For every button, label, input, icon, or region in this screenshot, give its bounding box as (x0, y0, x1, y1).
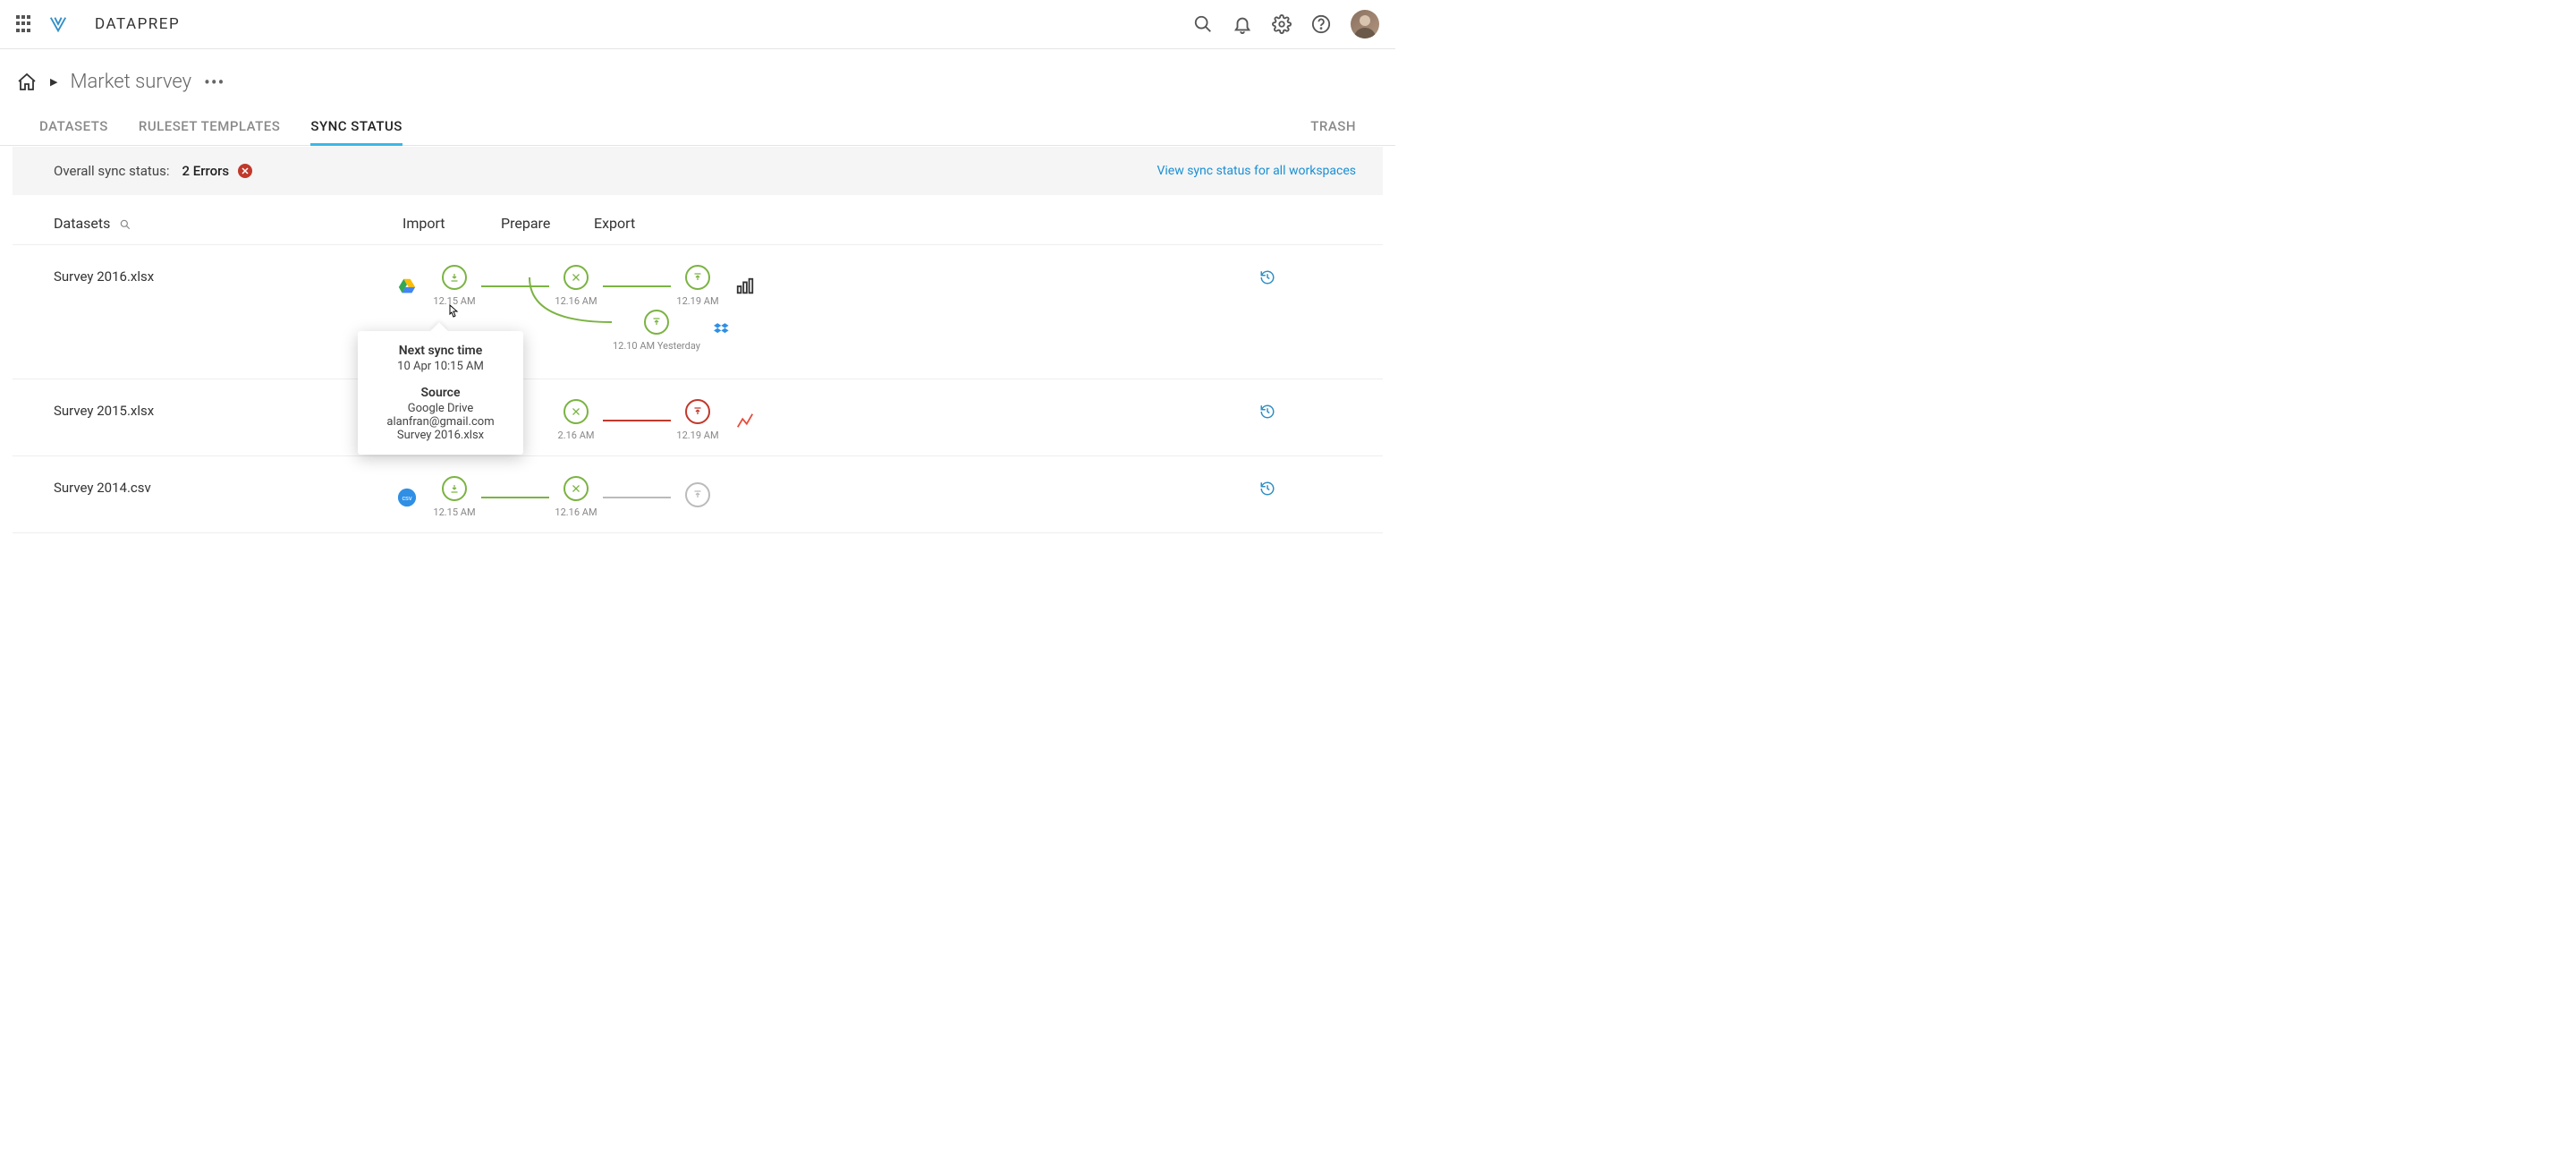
home-icon[interactable] (16, 72, 38, 93)
google-drive-icon (397, 276, 417, 296)
notifications-icon[interactable] (1233, 14, 1252, 34)
history-icon[interactable] (1259, 404, 1275, 423)
history-icon[interactable] (1259, 269, 1275, 289)
popover-source-name: Google Drive (369, 402, 513, 415)
dataset-name: Survey 2014.csv (54, 476, 397, 496)
table-row: Survey 2014.csv csv 12.15 AM 12.16 (13, 455, 1383, 533)
help-icon[interactable] (1311, 14, 1331, 34)
export-node[interactable] (685, 265, 710, 290)
export-node-pending[interactable] (685, 482, 710, 507)
popover-title-1: Next sync time (369, 344, 513, 358)
search-datasets-icon[interactable] (119, 217, 131, 230)
svg-text:csv: csv (402, 493, 412, 501)
import-time: 12.15 AM (428, 506, 481, 518)
topbar: DATAPREP (0, 0, 1395, 49)
dataset-name: Survey 2015.xlsx (54, 399, 397, 419)
tab-ruleset-templates[interactable]: RULESET TEMPLATES (139, 118, 280, 145)
popover-title-2: Source (369, 386, 513, 400)
dropbox-icon (712, 321, 732, 341)
tab-sync-status[interactable]: SYNC STATUS (310, 118, 402, 146)
export-time: 12.19 AM (671, 430, 724, 441)
table-header: Datasets Import Prepare Export (13, 195, 1383, 244)
prepare-node[interactable] (564, 399, 589, 424)
status-value: 2 Errors (182, 163, 229, 179)
table-row: Survey 2015.xlsx 2.16 AM (13, 379, 1383, 455)
app-switcher-icon[interactable] (16, 15, 34, 33)
prepare-time: 12.16 AM (549, 506, 603, 518)
breadcrumb-more-icon[interactable]: ••• (204, 72, 225, 93)
export-time: 12.19 AM (671, 295, 724, 307)
col-import-label: Import (402, 215, 501, 232)
status-label: Overall sync status: (54, 163, 169, 179)
view-all-link[interactable]: View sync status for all workspaces (1157, 164, 1356, 178)
tabs: DATASETS RULESET TEMPLATES SYNC STATUS T… (0, 102, 1395, 146)
status-banner: Overall sync status: 2 Errors View sync … (13, 147, 1383, 195)
tab-trash[interactable]: TRASH (1310, 118, 1356, 145)
prepare-time: 2.16 AM (549, 430, 603, 441)
popover-source-email: alanfran@gmail.com (369, 415, 513, 429)
app-name: DATAPREP (95, 15, 180, 33)
history-icon[interactable] (1259, 481, 1275, 500)
powerbi-icon (735, 276, 755, 296)
user-avatar[interactable] (1351, 10, 1379, 38)
export-time-2: 12.10 AM Yesterday (612, 340, 701, 352)
col-export-label: Export (594, 215, 692, 232)
breadcrumb-separator-icon: ▶ (50, 76, 57, 88)
settings-icon[interactable] (1272, 14, 1292, 34)
error-badge-icon (238, 164, 252, 178)
col-datasets-label: Datasets (54, 215, 110, 232)
export-node-2[interactable] (644, 310, 669, 335)
sync-info-popover: Next sync time 10 Apr 10:15 AM Source Go… (358, 331, 523, 455)
search-icon[interactable] (1193, 14, 1213, 34)
import-time: 12.15 AM (428, 295, 481, 307)
dataset-name: Survey 2016.xlsx (54, 265, 397, 285)
csv-source-icon: csv (397, 488, 417, 507)
table-row: Survey 2016.xlsx 12.15 AM 12.16 A (13, 244, 1383, 379)
breadcrumb-title: Market survey (70, 71, 191, 93)
popover-source-file: Survey 2016.xlsx (369, 429, 513, 442)
import-node[interactable] (442, 476, 467, 501)
import-node[interactable] (442, 265, 467, 290)
col-prepare-label: Prepare (501, 215, 594, 232)
breadcrumb: ▶ Market survey ••• (0, 49, 1395, 102)
prepare-node[interactable] (564, 476, 589, 501)
analytics-icon (735, 411, 755, 430)
popover-next-sync-time: 10 Apr 10:15 AM (369, 360, 513, 373)
export-node-error[interactable] (685, 399, 710, 424)
tab-datasets[interactable]: DATASETS (39, 118, 108, 145)
brand-logo-icon (48, 14, 68, 34)
